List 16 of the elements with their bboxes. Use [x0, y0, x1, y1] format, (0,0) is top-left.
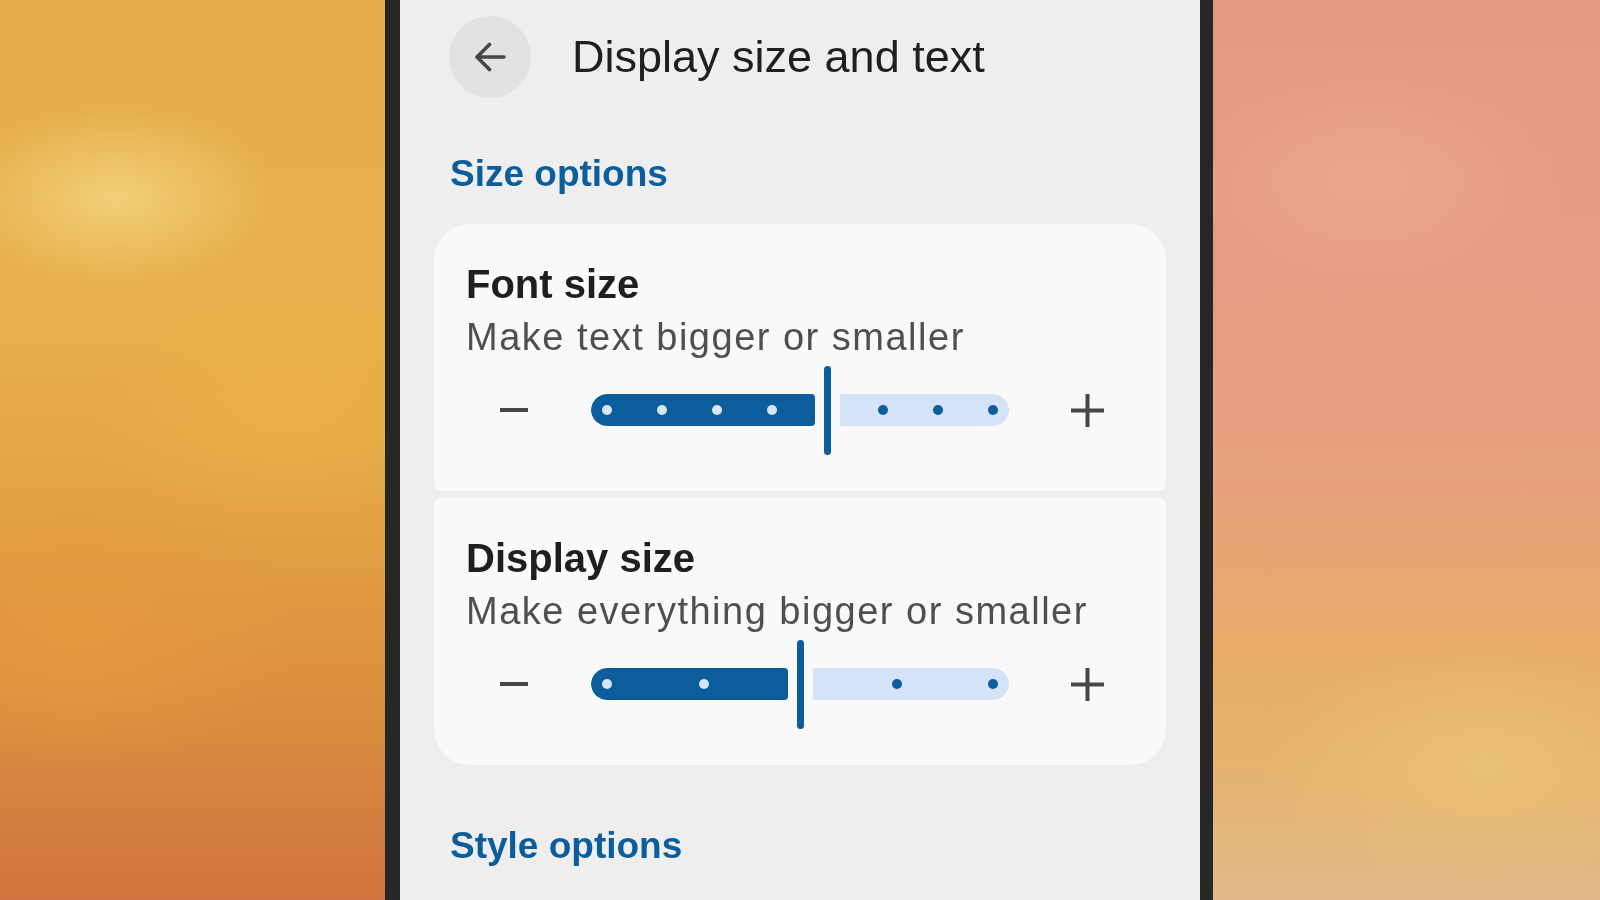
minus-icon: [500, 408, 528, 413]
section-heading: Style options: [450, 823, 684, 868]
plus-icon: [1070, 394, 1104, 427]
setting-description: Make text bigger or smaller: [466, 315, 966, 361]
page-title: Display size and text: [572, 30, 985, 84]
setting-title: Font size: [466, 261, 641, 309]
setting-description: Make everything bigger or smaller: [466, 589, 1089, 634]
slider-track[interactable]: [591, 394, 1009, 427]
plus-icon: [1070, 667, 1104, 701]
section-heading: Size options: [450, 152, 669, 196]
slider-handle[interactable]: [823, 366, 831, 455]
slider-track[interactable]: [591, 668, 1009, 701]
slider-handle[interactable]: [796, 639, 804, 729]
setting-title: Display size: [466, 535, 696, 582]
minus-icon: [500, 682, 528, 687]
back-arrow-icon: [474, 42, 506, 72]
